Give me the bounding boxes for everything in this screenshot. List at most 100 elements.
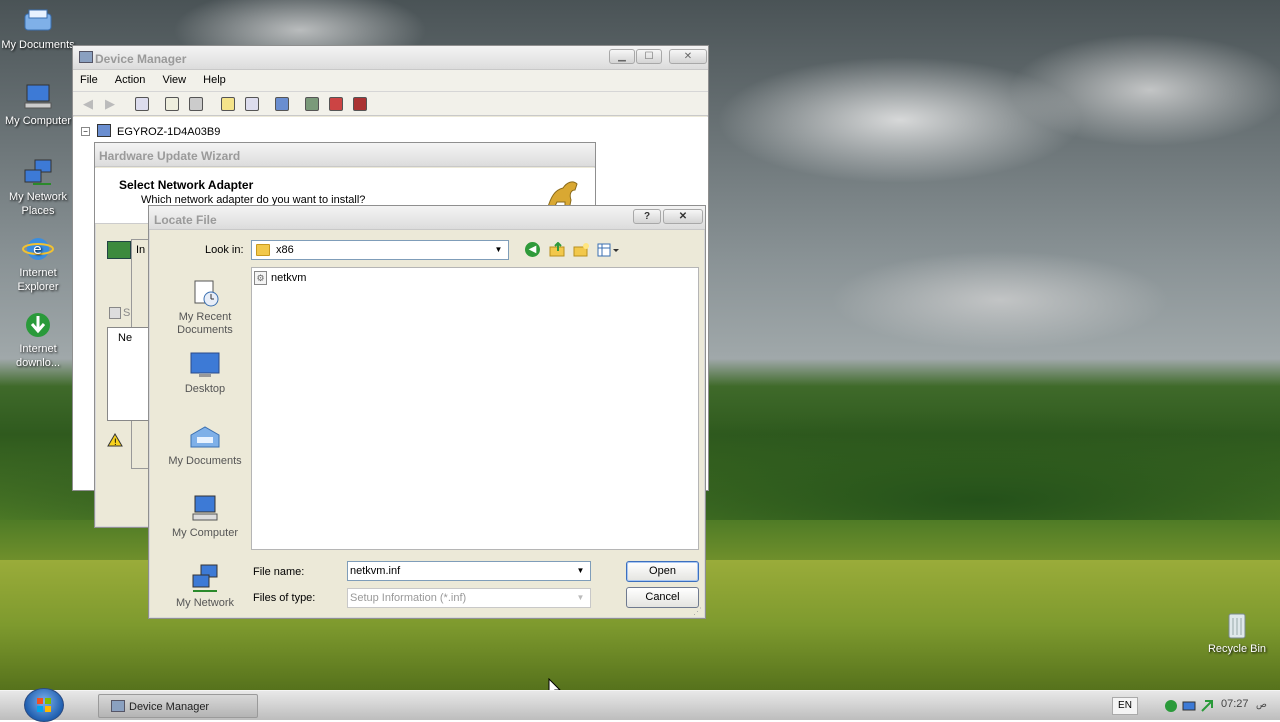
places-bar: My Recent Documents Desktop My Documents… [159,267,242,609]
desktop-icon-internet-download-manager[interactable]: Internet downlo... [0,310,76,370]
desktop-icon-internet-explorer[interactable]: e Internet Explorer [0,234,76,294]
locate-file-title: Locate File [154,213,217,227]
desktop-icon-label: Recycle Bin [1207,643,1267,655]
print-icon[interactable] [189,97,203,111]
desktop-icon-recycle-bin[interactable]: Recycle Bin [1199,610,1275,656]
taskbar: Device Manager EN 07:27 ص [0,688,1280,722]
wizard-checkbox[interactable] [109,307,121,319]
file-name-value: netkvm.inf [350,565,401,577]
file-name-input[interactable]: netkvm.inf ▼ [347,561,591,581]
file-list-item[interactable]: ⚙ netkvm [254,270,314,286]
device-manager-icon [111,700,125,712]
tree-root-label[interactable]: EGYROZ-1D4A03B9 [117,126,220,138]
chevron-down-icon[interactable]: ▼ [573,591,588,605]
view-menu-icon[interactable] [597,243,621,257]
recent-documents-icon [189,277,221,309]
desktop-icon-my-computer[interactable]: My Computer [0,82,76,128]
warning-icon: ! [107,433,123,448]
language-indicator[interactable]: EN [1112,697,1138,715]
internet-download-manager-icon [21,310,55,340]
clock[interactable]: 07:27 [1221,698,1249,710]
help-button[interactable]: ? [633,209,661,224]
file-name-label: File name: [253,566,305,578]
file-type-label: Files of type: [253,592,316,604]
network-tray-icon-2[interactable] [1182,699,1196,713]
maximize-button[interactable]: ☐ [636,49,662,64]
places-label: My Recent Documents [177,311,233,336]
toolbar: ◀ ▶ [73,92,708,116]
taskbar-device-manager[interactable]: Device Manager [98,694,258,718]
safely-remove-tray-icon[interactable] [1200,699,1214,713]
locate-file-dialog[interactable]: Locate File ? ✕ Look in: x86 ▼ ◀ My Rece… [148,205,706,619]
cancel-button[interactable]: Cancel [626,587,699,608]
my-documents-icon [21,6,55,36]
device-manager-titlebar[interactable]: Device Manager ▁ ☐ ✕ [73,46,708,70]
new-folder-icon[interactable] [573,242,589,257]
chevron-down-icon[interactable]: ▼ [491,243,506,257]
look-in-value: x86 [276,244,294,256]
menu-file[interactable]: File [73,70,105,90]
close-button[interactable]: ✕ [669,49,707,64]
places-my-network[interactable]: My Network [159,563,251,610]
forward-arrow-icon[interactable]: ▶ [105,96,115,112]
tree-collapse-icon[interactable]: − [81,127,90,136]
back-arrow-icon[interactable]: ◀ [83,96,93,112]
wizard-adapter-list[interactable]: Ne [107,327,151,421]
desktop-icon-label: My Computer [4,115,72,127]
uninstall-icon[interactable] [329,97,343,111]
menu-view[interactable]: View [155,70,193,90]
locate-file-titlebar[interactable]: Locate File ? ✕ [149,206,705,230]
places-desktop[interactable]: Desktop [159,349,251,396]
my-documents-icon [189,421,221,453]
menu-help[interactable]: Help [196,70,233,90]
internet-explorer-icon: e [21,234,55,264]
minimize-button[interactable]: ▁ [609,49,635,64]
places-label: My Computer [171,527,239,539]
network-places-icon [21,158,55,188]
computer-node-icon [97,124,111,137]
my-computer-icon [21,82,55,112]
device-manager-icon [79,51,93,63]
scan-hardware-icon[interactable] [275,97,289,111]
network-adapter-icon [107,241,131,259]
desktop-icon-network-places[interactable]: My Network Places [0,158,76,218]
up-folder-icon[interactable] [549,241,565,257]
desktop-icon-label: Internet downlo... [15,343,61,369]
window-title: Device Manager [95,52,187,66]
places-my-computer[interactable]: My Computer [159,493,251,540]
setup-info-file-icon: ⚙ [254,271,267,285]
desktop-icon-my-documents[interactable]: My Documents [0,6,76,52]
resize-grip-icon[interactable]: ⋰ [693,606,703,616]
places-label: My Documents [168,455,242,467]
show-hide-tree-icon[interactable] [135,97,149,111]
folder-icon [256,244,270,256]
desktop-icon [189,349,221,381]
menu-action[interactable]: Action [108,70,153,90]
file-type-dropdown[interactable]: Setup Information (*.inf) ▼ [347,588,591,608]
view-icon[interactable] [245,97,259,111]
properties-icon[interactable] [165,97,179,111]
menu-bar: File Action View Help [73,70,708,92]
chevron-down-icon[interactable]: ▼ [573,564,588,578]
file-type-value: Setup Information (*.inf) [350,592,467,604]
disable-icon[interactable] [353,97,367,111]
svg-text:!: ! [114,438,118,447]
update-driver-icon[interactable] [305,97,319,111]
wizard-titlebar[interactable]: Hardware Update Wizard [95,143,595,167]
wizard-heading: Select Network Adapter [119,178,254,192]
start-button[interactable] [24,688,64,722]
close-button[interactable]: ✕ [663,209,703,224]
my-computer-icon [189,493,221,525]
places-my-recent-documents[interactable]: My Recent Documents [159,277,251,337]
places-my-documents[interactable]: My Documents [159,421,251,468]
look-in-dropdown[interactable]: x86 ▼ [251,240,509,260]
network-tray-icon[interactable] [1164,699,1178,713]
back-icon[interactable]: ◀ [525,242,540,257]
svg-text:e: e [33,242,42,258]
help-icon[interactable] [221,97,235,111]
open-button[interactable]: Open [626,561,699,582]
file-name: netkvm [271,272,307,284]
file-list[interactable]: ⚙ netkvm [251,267,699,550]
desktop-icon-label: My Documents [1,39,75,51]
wizard-frag-ne: Ne [118,332,133,344]
